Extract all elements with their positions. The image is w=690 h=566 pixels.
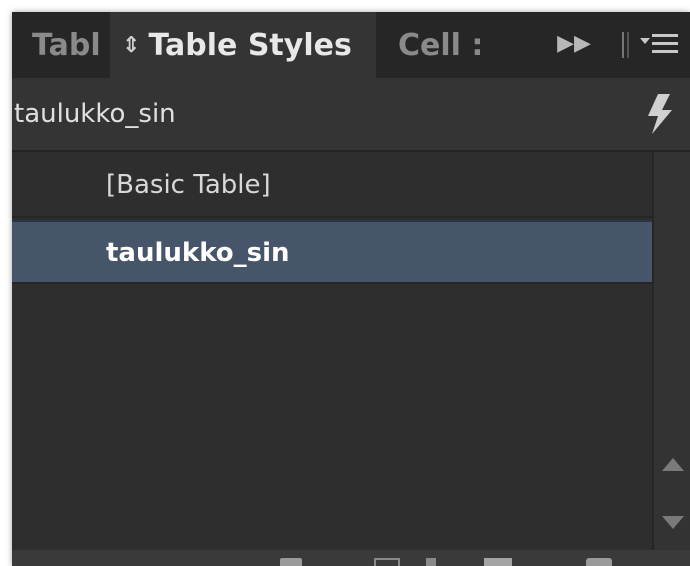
current-style-name: taulukko_sin (14, 99, 176, 129)
scroll-down-icon[interactable] (662, 516, 684, 529)
clear-overrides-arrow-icon (426, 558, 436, 566)
lightning-bolt-icon[interactable] (644, 92, 674, 136)
scrollbar[interactable] (652, 152, 690, 550)
list-item[interactable]: [Basic Table] (12, 154, 652, 218)
hamburger-menu-icon (652, 34, 678, 54)
clear-overrides-icon[interactable] (374, 558, 400, 566)
list-item-selected[interactable]: taulukko_sin (12, 220, 652, 284)
bottom-toolbar (12, 550, 690, 566)
tab-tables[interactable]: Tabl (12, 12, 110, 78)
tab-cell-styles[interactable]: Cell : (384, 12, 480, 78)
tab-cell-styles-label: Cell : (398, 27, 480, 63)
panel-menu-button[interactable] (622, 28, 682, 62)
new-style-icon[interactable] (484, 558, 512, 566)
delete-style-icon[interactable] (586, 558, 612, 566)
grip-divider (622, 32, 629, 58)
table-styles-panel: Tabl ⇕ Table Styles Cell : ▶▶ taulukko_s… (12, 12, 690, 566)
tab-table-styles[interactable]: ⇕ Table Styles (110, 12, 376, 78)
dropdown-triangle-icon (640, 38, 650, 44)
up-down-arrows-icon: ⇕ (122, 32, 141, 58)
tab-table-styles-label: Table Styles (148, 27, 352, 63)
tab-tables-label: Tabl (32, 27, 101, 63)
panel-tab-bar: Tabl ⇕ Table Styles Cell : ▶▶ (12, 12, 690, 78)
current-style-row: taulukko_sin (12, 78, 690, 152)
scroll-up-icon[interactable] (662, 458, 684, 471)
style-group-icon[interactable] (280, 558, 302, 566)
list-item-label: taulukko_sin (106, 238, 290, 268)
double-chevron-right-icon[interactable]: ▶▶ (556, 32, 592, 56)
styles-list: [Basic Table] taulukko_sin (12, 152, 652, 550)
list-item-label: [Basic Table] (106, 170, 271, 200)
